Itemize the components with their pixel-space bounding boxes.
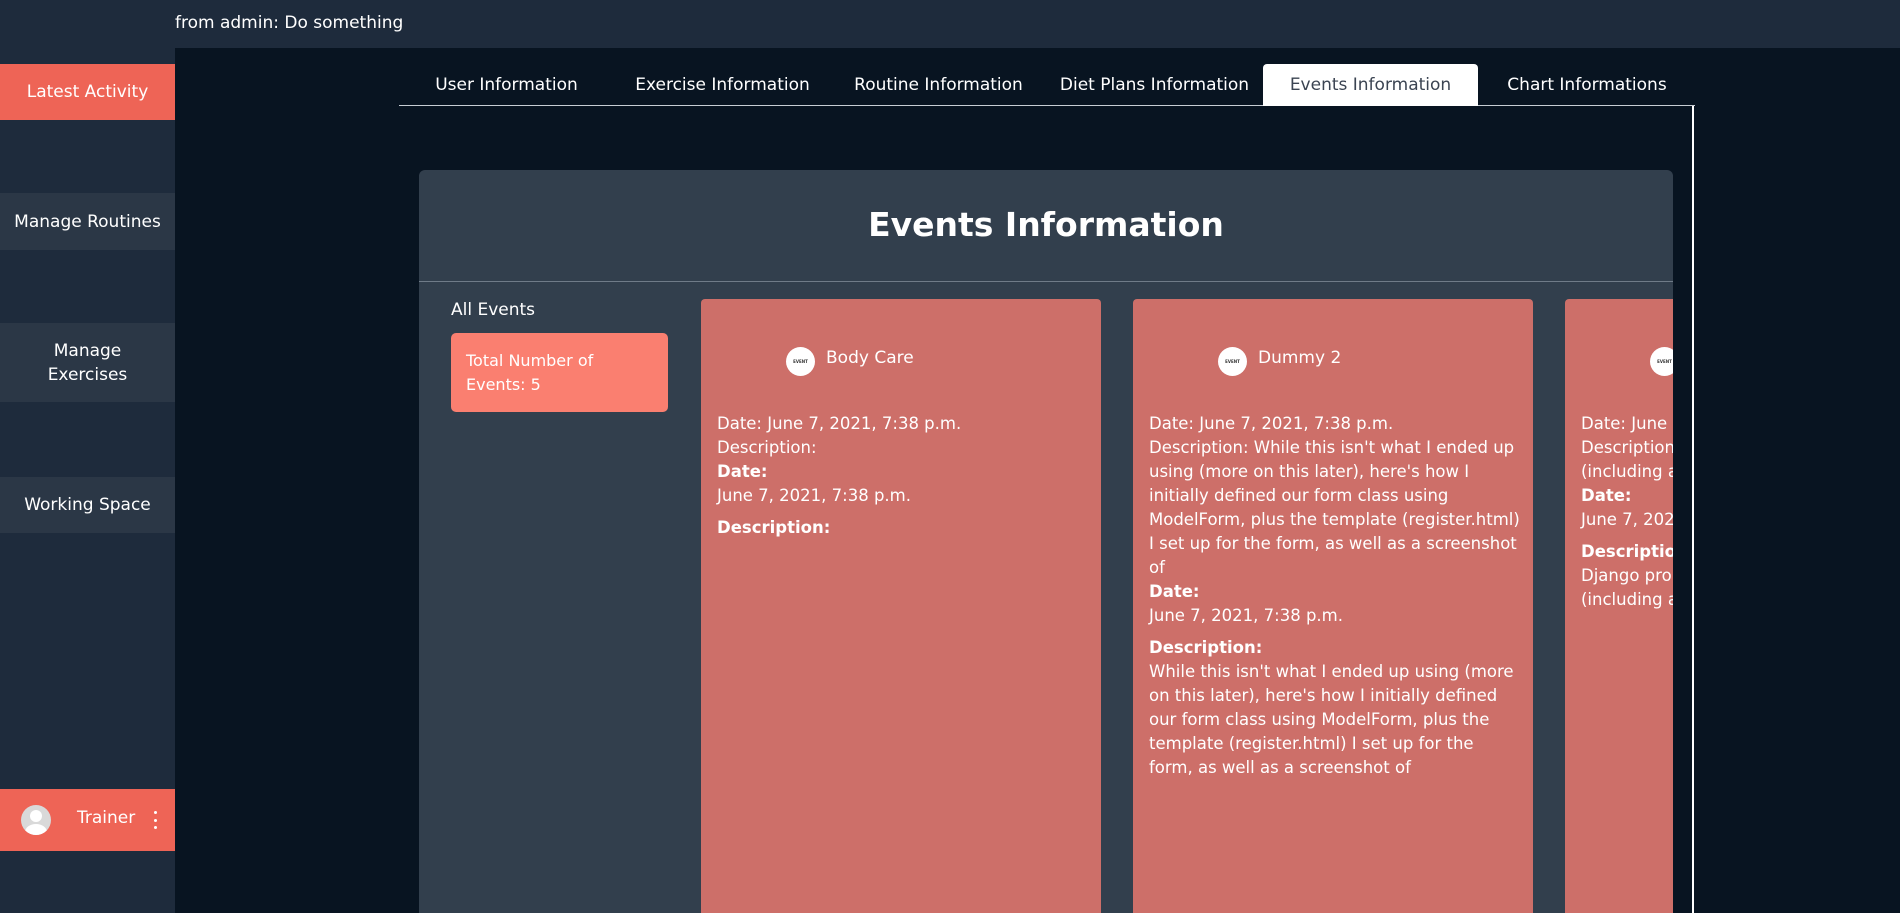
event-date-label: Date:: [717, 462, 768, 481]
event-description-label: Description:: [1149, 638, 1263, 657]
event-date-label: Date:: [1149, 582, 1200, 601]
event-description-value: While this isn't what I ended up using (…: [1149, 662, 1514, 777]
tab-bar: User Information Exercise Information Ro…: [399, 64, 1695, 106]
event-summary-date: Date: June 7, 2021, 7:38 p.m.: [717, 414, 962, 433]
event-name: Dummy 2: [1258, 348, 1342, 368]
event-description-label: Description:: [717, 518, 831, 537]
event-summary-date: Date: June 7, 2021, 7:38 p.m.: [1149, 414, 1394, 433]
sidebar: Latest Activity Manage Routines Manage E…: [0, 48, 175, 913]
event-logo-icon: EVENT: [786, 347, 815, 376]
tab-chart-informations[interactable]: Chart Informations: [1479, 64, 1695, 106]
page-title: Events Information: [868, 205, 1224, 244]
tab-label: Diet Plans Information: [1059, 75, 1250, 95]
event-card[interactable]: EVENT Date: June 7, 2021, 7:38 p.m. Desc…: [1565, 299, 1673, 913]
event-summary-date: Date: June 7, 2021, 7:38 p.m.: [1581, 414, 1673, 433]
tab-label: Exercise Information: [635, 75, 810, 95]
events-panel: Events Information All Events Total Numb…: [419, 170, 1673, 913]
total-events-badge: Total Number of Events: 5: [451, 333, 668, 412]
user-avatar-icon: [21, 805, 51, 835]
tab-user-information[interactable]: User Information: [399, 64, 614, 106]
event-details: Date: June 7, 2021, 7:38 p.m. Descriptio…: [1581, 412, 1673, 612]
event-date-value: June 7, 2021, 7:38 p.m.: [1149, 606, 1343, 625]
more-vertical-icon[interactable]: [154, 811, 158, 829]
event-logo-icon: EVENT: [1650, 347, 1673, 376]
event-details: Date: June 7, 2021, 7:38 p.m. Descriptio…: [717, 412, 1089, 540]
event-date-label: Date:: [1581, 486, 1632, 505]
event-summary-description: Description: an authenti... it's pretty …: [1581, 438, 1673, 481]
tab-routine-information[interactable]: Routine Information: [831, 64, 1046, 106]
user-name: Trainer: [77, 808, 136, 828]
tab-label: Routine Information: [854, 75, 1023, 95]
admin-message: from admin: Do something: [175, 13, 404, 33]
event-card[interactable]: EVENT Body Care Date: June 7, 2021, 7:38…: [701, 299, 1101, 913]
sidebar-item-label: Manage Routines: [14, 211, 161, 232]
event-name: Body Care: [826, 348, 914, 368]
tab-events-information[interactable]: Events Information: [1263, 64, 1478, 106]
tab-label: Events Information: [1289, 75, 1452, 95]
top-bar: from admin: Do something: [0, 0, 1900, 48]
sidebar-item-label: Latest Activity: [26, 82, 149, 102]
event-description-label: Description:: [1581, 542, 1673, 561]
event-card[interactable]: EVENT Dummy 2 Date: June 7, 2021, 7:38 p…: [1133, 299, 1533, 913]
event-logo-icon: EVENT: [1218, 347, 1247, 376]
event-date-value: June 7, 2021, 7:38 p.m.: [1581, 510, 1673, 529]
event-summary-description: Description:: [717, 438, 817, 457]
tab-exercise-information[interactable]: Exercise Information: [615, 64, 830, 106]
tab-panel-border: [1692, 106, 1694, 913]
sidebar-item-manage-exercises[interactable]: Manage Exercises: [0, 323, 175, 402]
event-details: Date: June 7, 2021, 7:38 p.m. Descriptio…: [1149, 412, 1521, 780]
tab-label: Chart Informations: [1507, 75, 1667, 95]
divider: [419, 281, 1673, 282]
event-date-value: June 7, 2021, 7:38 p.m.: [717, 486, 911, 505]
event-description-value: Django pro... authenticat... pretty robu…: [1581, 566, 1673, 609]
sidebar-item-manage-routines[interactable]: Manage Routines: [0, 193, 175, 250]
tab-label: User Information: [435, 75, 578, 95]
sidebar-item-latest-activity[interactable]: Latest Activity: [0, 64, 175, 120]
sidebar-item-label: Manage Exercises: [47, 340, 128, 385]
user-profile-button[interactable]: Trainer: [0, 789, 175, 851]
event-summary-description: Description: While this isn't what I end…: [1149, 438, 1520, 577]
sidebar-item-label: Working Space: [24, 495, 151, 515]
all-events-label: All Events: [451, 300, 536, 320]
tab-diet-plans-information[interactable]: Diet Plans Information: [1047, 64, 1262, 106]
sidebar-item-working-space[interactable]: Working Space: [0, 477, 175, 533]
